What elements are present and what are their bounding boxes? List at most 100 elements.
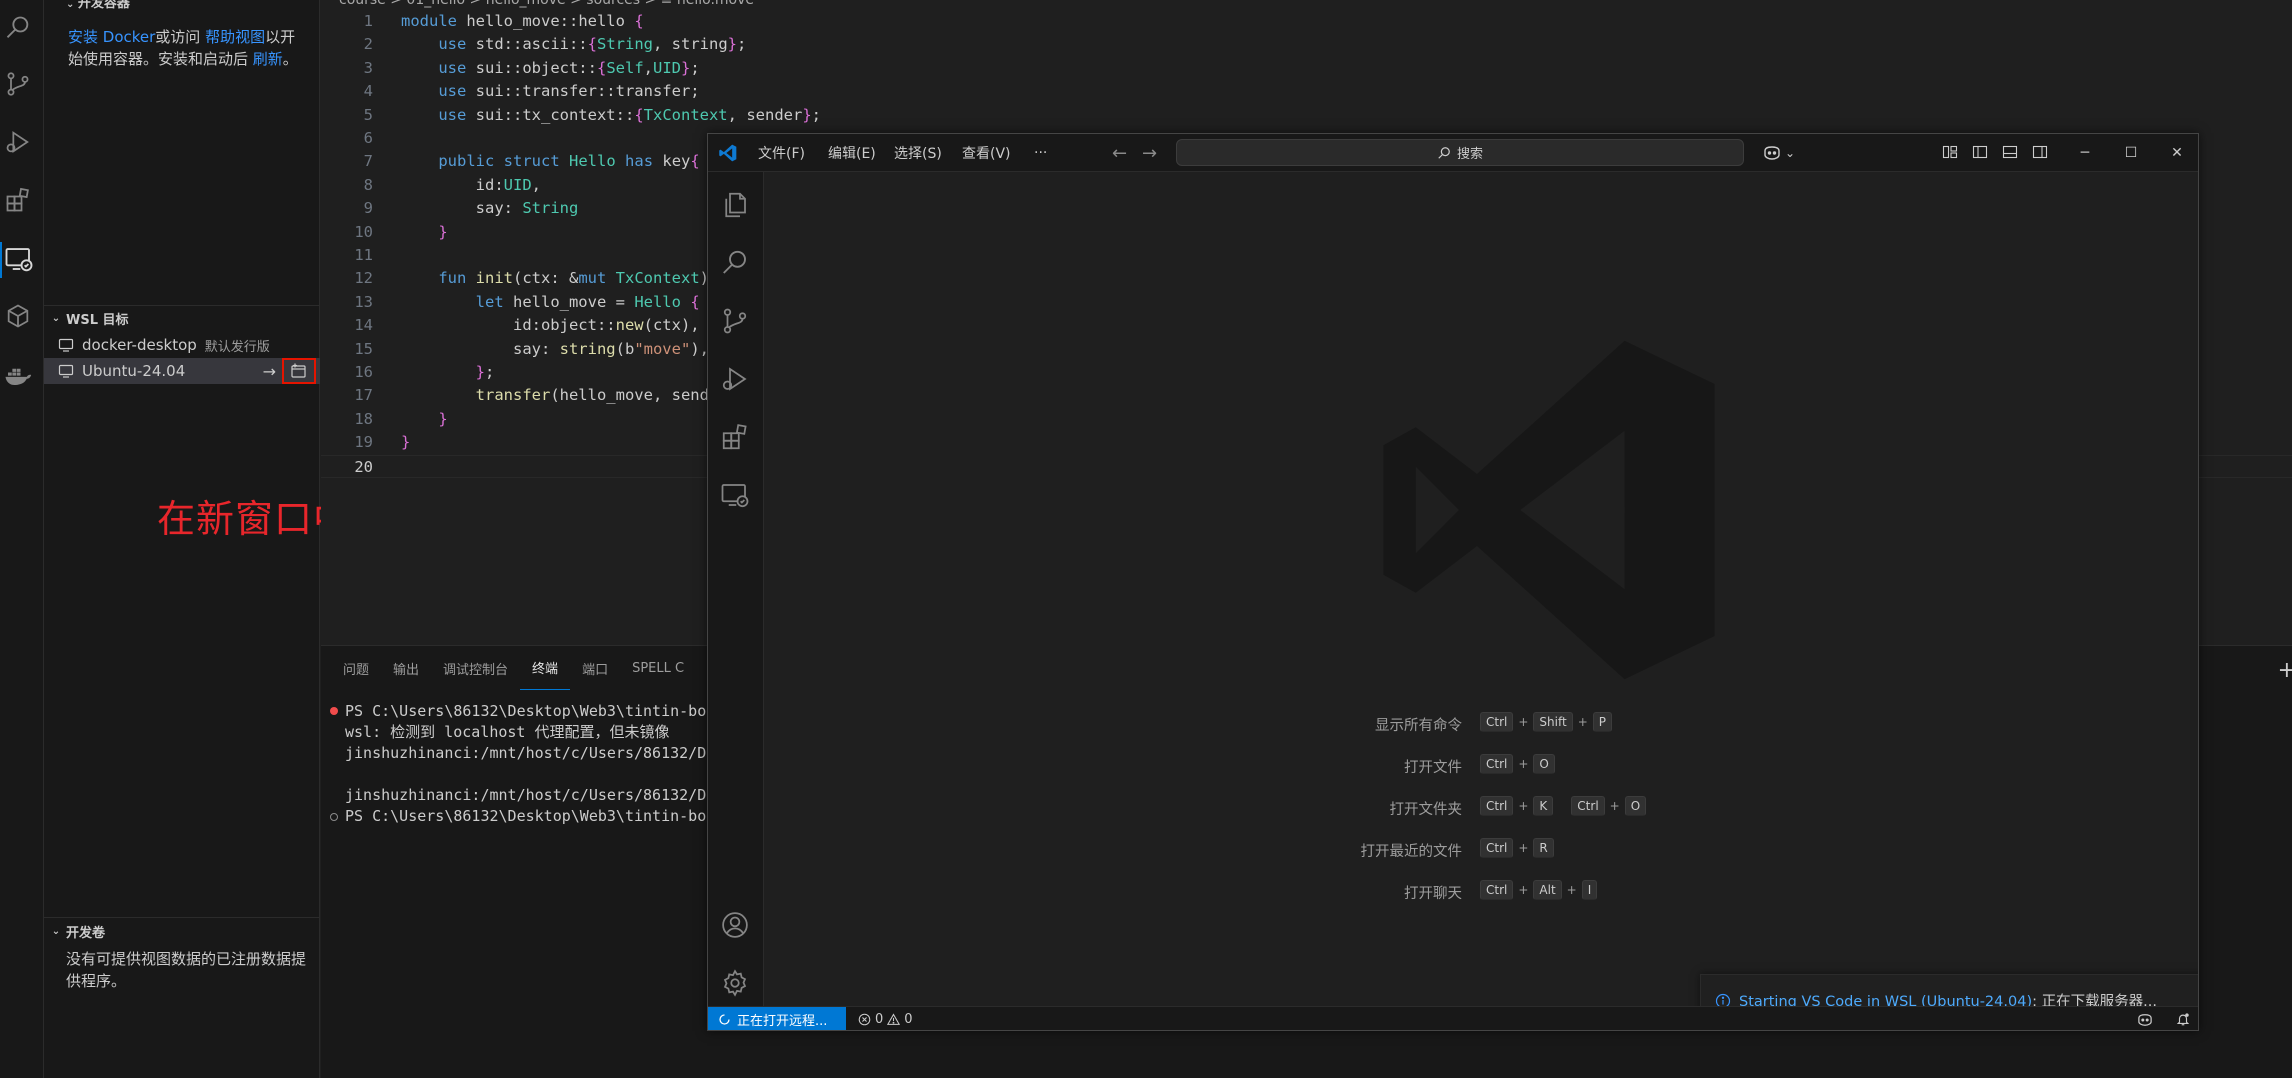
toggle-secondary-sidebar-icon[interactable]: [2032, 144, 2048, 160]
search-icon[interactable]: [4, 14, 36, 46]
shortcut-row[interactable]: 打开最近的文件 Ctrl + R: [764, 838, 2198, 860]
terminal-line: PS C:\Users\86132\Desktop\Web3\tintin-bo: [345, 702, 707, 720]
shortcut-label: 打开最近的文件: [1360, 844, 1463, 860]
code-line[interactable]: 3 use sui::object::{Self,UID};: [321, 57, 2292, 80]
open-in-new-window-button[interactable]: [282, 358, 316, 384]
back-arrow-icon[interactable]: ←: [1112, 143, 1127, 164]
monitor-icon: [58, 363, 74, 379]
cube-icon[interactable]: [4, 302, 36, 334]
shortcut-row[interactable]: 打开文件 Ctrl + O: [764, 754, 2198, 776]
section-divider: [44, 917, 320, 918]
menu-view[interactable]: 查看(V): [962, 134, 1011, 172]
section-divider: [44, 305, 320, 306]
error-icon: [858, 1013, 871, 1026]
plus-sign: +: [1518, 715, 1529, 729]
explorer-icon[interactable]: [720, 190, 752, 222]
keycap: Ctrl: [1480, 796, 1514, 816]
code-line[interactable]: 1 module hello_move::hello {: [321, 10, 2292, 33]
chevron-down-icon: ⌄: [51, 312, 61, 324]
problems-status[interactable]: 0 0: [858, 1007, 913, 1030]
window-activity-bar: [708, 172, 764, 1006]
menu-more[interactable]: ···: [1034, 134, 1047, 172]
code-line[interactable]: 4 use sui::transfer::transfer;: [321, 80, 2292, 103]
wsl-target-ubuntu[interactable]: Ubuntu-24.04 →: [44, 358, 320, 384]
code-text: use sui::transfer::transfer;: [438, 82, 700, 101]
refresh-link[interactable]: 刷新: [253, 50, 283, 68]
tab-debug-console[interactable]: 调试控制台: [431, 646, 520, 690]
remote-explorer-icon[interactable]: [4, 244, 36, 276]
run-debug-icon[interactable]: [4, 128, 36, 160]
help-view-link[interactable]: 帮助视图: [205, 28, 265, 46]
minimize-icon[interactable]: ─: [2062, 134, 2108, 172]
menu-edit[interactable]: 编辑(E): [828, 134, 876, 172]
shortcut-keys: Ctrl + O: [1480, 754, 1555, 774]
wsl-target-desc: 默认发行版: [204, 339, 270, 355]
activity-bar: [0, 0, 44, 1078]
shortcut-row[interactable]: 显示所有命令 Ctrl + Shift + P: [764, 712, 2198, 734]
wsl-targets-section-header[interactable]: ⌄ WSL 目标: [50, 307, 129, 329]
code-line[interactable]: 2 use std::ascii::{String, string};: [321, 33, 2292, 56]
copilot-status-icon[interactable]: [2136, 1013, 2154, 1027]
customize-layout-icon[interactable]: [1942, 144, 1958, 160]
shortcut-keys: Ctrl + Alt + I: [1480, 880, 1598, 900]
command-pending-icon: [330, 813, 338, 821]
shortcut-row[interactable]: 打开聊天 Ctrl + Alt + I: [764, 880, 2198, 902]
menu-file[interactable]: 文件(F): [758, 134, 805, 172]
shortcut-keys: Ctrl + K Ctrl + O: [1480, 796, 1647, 816]
active-indicator: [0, 242, 2, 278]
dev-containers-section-title[interactable]: ⌄ 开发容器: [66, 0, 130, 11]
forward-arrow-icon[interactable]: →: [1142, 143, 1157, 164]
connect-current-window-icon[interactable]: →: [263, 362, 276, 381]
keycap: O: [1533, 754, 1555, 774]
code-text: use std::ascii::{String, string};: [438, 35, 747, 54]
line-number: 1: [363, 12, 373, 30]
panel-tabs: 问题 输出 调试控制台 终端 端口 SPELL C: [321, 646, 696, 690]
gear-icon[interactable]: [720, 968, 752, 1000]
tab-ports[interactable]: 端口: [570, 646, 620, 690]
wsl-target-docker-desktop[interactable]: docker-desktop 默认发行版: [44, 332, 320, 358]
new-terminal-icon[interactable]: +: [2278, 658, 2292, 683]
dev-volumes-section-header[interactable]: ⌄ 开发卷: [50, 920, 105, 942]
toggle-panel-icon[interactable]: [2002, 144, 2018, 160]
code-text: }: [401, 433, 411, 452]
source-control-icon[interactable]: [720, 306, 752, 338]
code-text: id:object::new(ctx),: [401, 316, 700, 335]
breadcrumb[interactable]: course > 01_hello > hello_move > sources…: [339, 0, 754, 8]
menu-selection[interactable]: 选择(S): [894, 134, 942, 172]
remote-indicator[interactable]: 正在打开远程...: [708, 1007, 846, 1030]
install-docker-link[interactable]: 安装 Docker: [68, 28, 155, 46]
docker-icon[interactable]: [3, 360, 35, 392]
keycap: Ctrl: [1480, 838, 1514, 858]
tab-spell-checker[interactable]: SPELL C: [620, 646, 696, 690]
run-debug-icon[interactable]: [720, 364, 752, 396]
shortcut-keys: Ctrl + Shift + P: [1480, 712, 1613, 732]
shortcut-label: 打开文件夹: [1389, 802, 1463, 818]
code-line[interactable]: 5 use sui::tx_context::{TxContext, sende…: [321, 104, 2292, 127]
line-number: 20: [354, 457, 373, 476]
command-center-search[interactable]: 搜索: [1176, 139, 1744, 166]
account-icon[interactable]: [720, 910, 752, 942]
shortcut-label: 显示所有命令: [1375, 718, 1462, 734]
line-number: 18: [354, 409, 373, 428]
new-window-icon: [290, 363, 308, 379]
search-icon[interactable]: [720, 248, 752, 280]
source-control-icon[interactable]: [4, 70, 36, 102]
code-text: say: string(b"move"),: [401, 339, 709, 358]
search-icon: [1437, 146, 1451, 160]
terminal-line: PS C:\Users\86132\Desktop\Web3\tintin-bo: [345, 807, 707, 825]
copilot-button[interactable]: ⌄: [1762, 142, 1795, 164]
tab-terminal[interactable]: 终端: [520, 646, 571, 690]
vscode-logo-icon: [718, 143, 738, 163]
close-icon[interactable]: ✕: [2154, 134, 2198, 172]
keycap: Ctrl: [1480, 712, 1514, 732]
extensions-icon[interactable]: [4, 186, 36, 218]
code-text: }: [438, 409, 448, 428]
maximize-icon[interactable]: ☐: [2108, 134, 2154, 172]
tab-problems[interactable]: 问题: [321, 646, 381, 690]
tab-output[interactable]: 输出: [381, 646, 431, 690]
remote-explorer-icon[interactable]: [720, 480, 752, 512]
extensions-icon[interactable]: [720, 422, 752, 454]
shortcut-row[interactable]: 打开文件夹 Ctrl + K Ctrl + O: [764, 796, 2198, 818]
notifications-bell-icon[interactable]: [2176, 1012, 2190, 1027]
toggle-primary-sidebar-icon[interactable]: [1972, 144, 1988, 160]
